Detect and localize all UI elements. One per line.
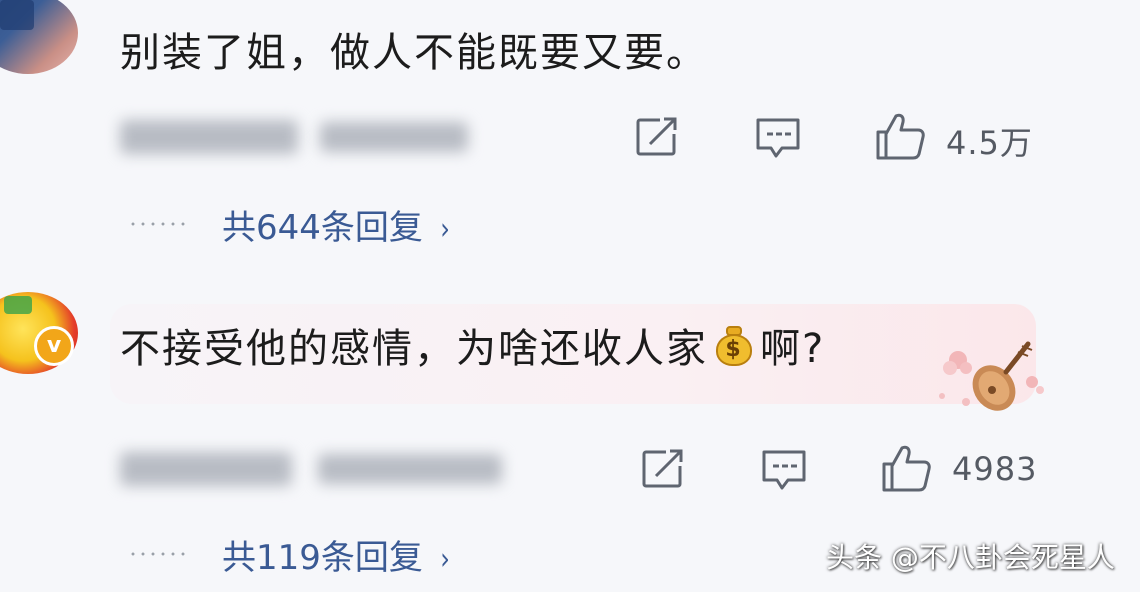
like-icon[interactable] — [880, 442, 932, 494]
chevron-right-icon: › — [440, 212, 450, 247]
comment-text-part-2: 啊? — [760, 326, 826, 372]
blurred-location — [320, 122, 468, 152]
like-icon[interactable] — [874, 110, 926, 162]
pipa-sticker-icon — [936, 338, 1046, 418]
blurred-location — [318, 454, 502, 484]
view-replies-link[interactable]: 共119条回复 › — [222, 530, 451, 579]
reply-divider-dots — [128, 222, 188, 226]
reply-count-label: 共119条回复 — [222, 538, 423, 578]
blurred-timestamp — [120, 120, 298, 154]
like-count: 4983 — [952, 450, 1038, 488]
watermark: 头条 @不八卦会死星人 — [826, 541, 1115, 574]
comment-icon[interactable] — [754, 116, 802, 160]
view-replies-link[interactable]: 共644条回复 › — [222, 200, 451, 249]
blurred-timestamp — [120, 452, 292, 486]
avatar-image — [0, 0, 34, 30]
repost-icon[interactable] — [634, 116, 680, 158]
avatar[interactable] — [0, 0, 78, 74]
money-bag-glyph: $ — [716, 334, 752, 366]
comment-text-part-1: 不接受他的感情，为啥还收人家 — [120, 326, 708, 372]
comment-item-1: 别装了姐，做人不能既要又要。 4.5万 共644条回复 › — [0, 0, 1140, 270]
comment-text: 不接受他的感情，为啥还收人家 $ 啊? — [120, 316, 825, 374]
comment-text: 别装了姐，做人不能既要又要。 — [120, 30, 708, 76]
money-bag-icon: $ — [712, 324, 756, 368]
reply-count-label: 共644条回复 — [222, 208, 423, 248]
reply-divider-dots — [128, 552, 188, 556]
repost-icon[interactable] — [640, 448, 686, 490]
like-count: 4.5万 — [946, 124, 1033, 162]
comment-icon[interactable] — [760, 448, 808, 492]
chevron-right-icon: › — [440, 542, 450, 577]
avatar-image — [4, 296, 32, 314]
verified-badge-icon: v — [34, 326, 74, 366]
